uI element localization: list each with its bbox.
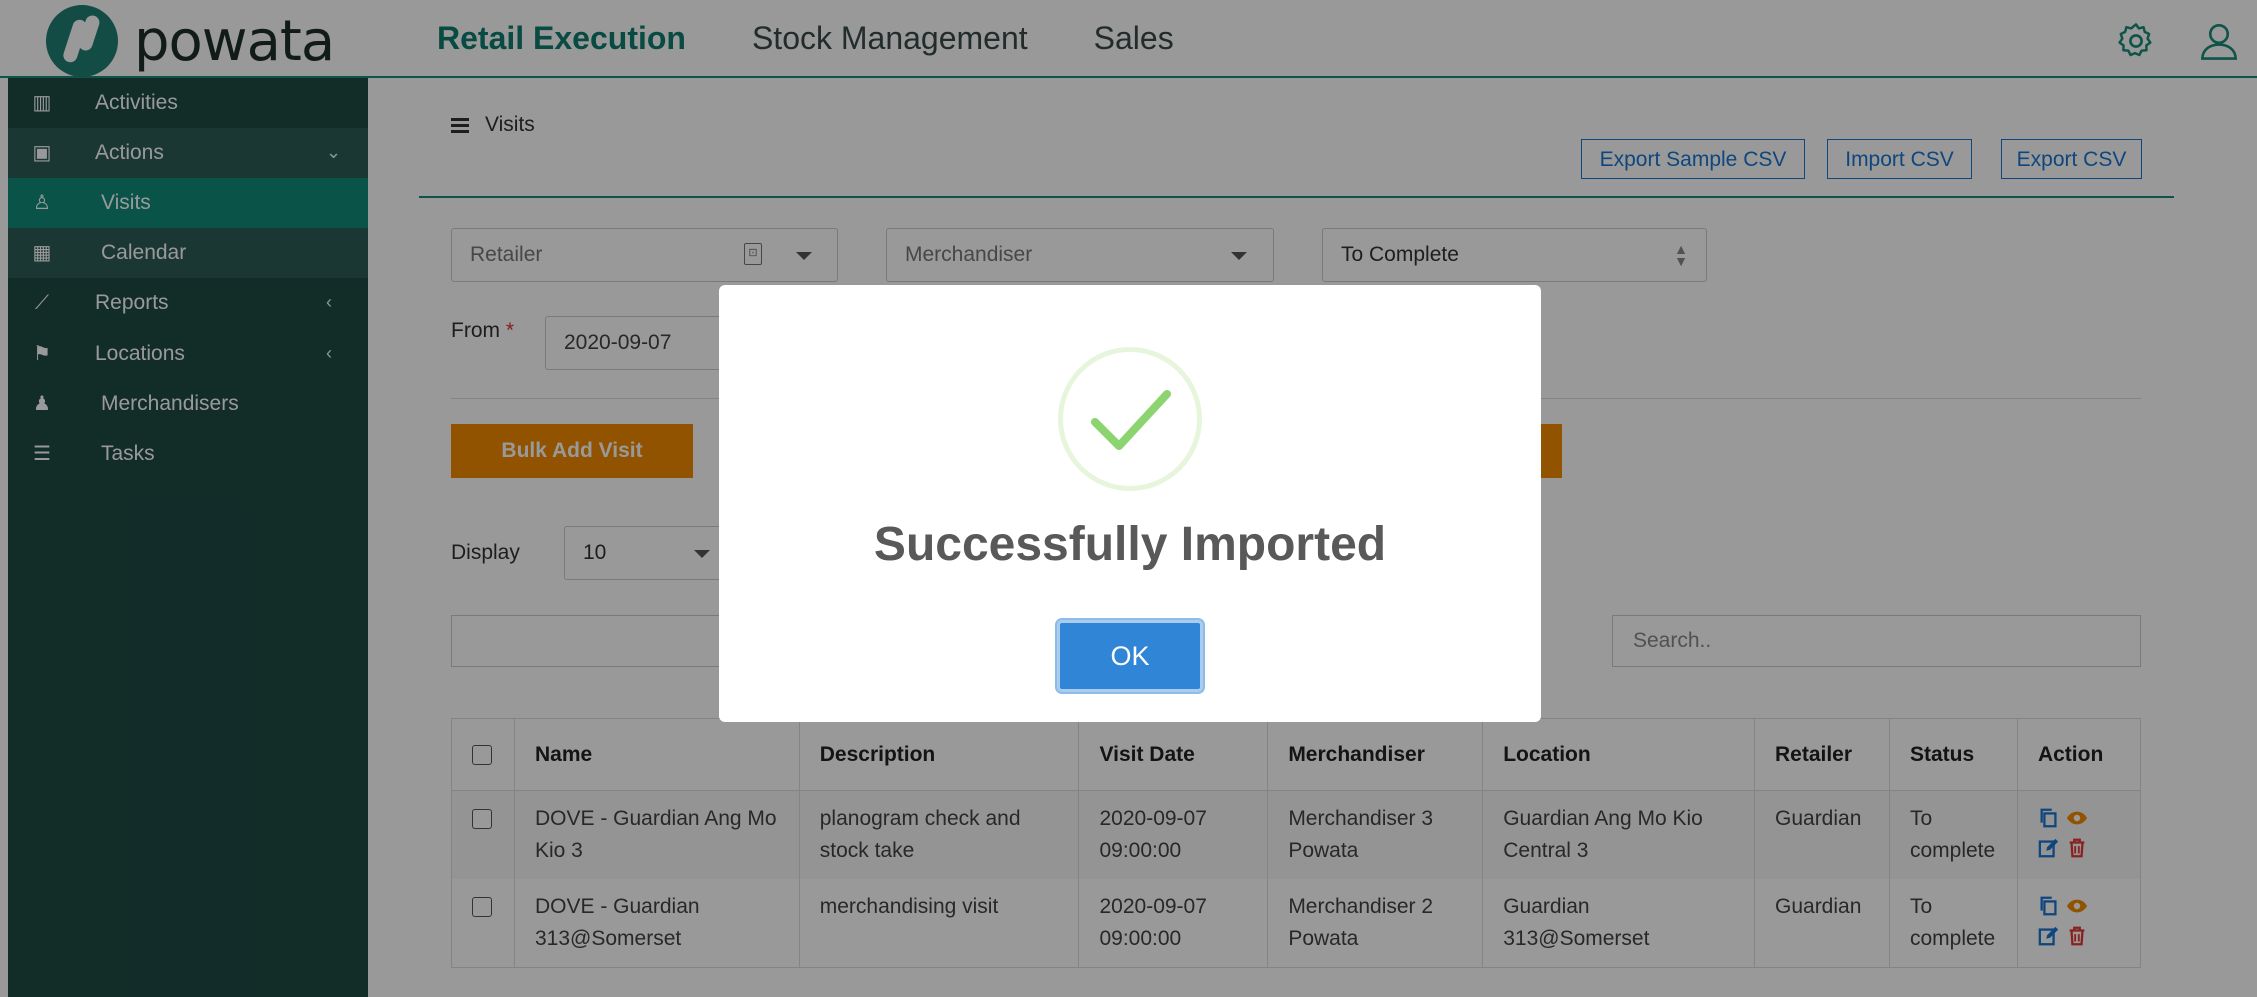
- success-dialog: Successfully Imported OK: [719, 285, 1541, 722]
- checkmark-icon: [1091, 390, 1171, 450]
- success-check-icon: [1058, 347, 1202, 491]
- ok-button[interactable]: OK: [1057, 620, 1203, 692]
- dialog-title: Successfully Imported: [873, 518, 1387, 571]
